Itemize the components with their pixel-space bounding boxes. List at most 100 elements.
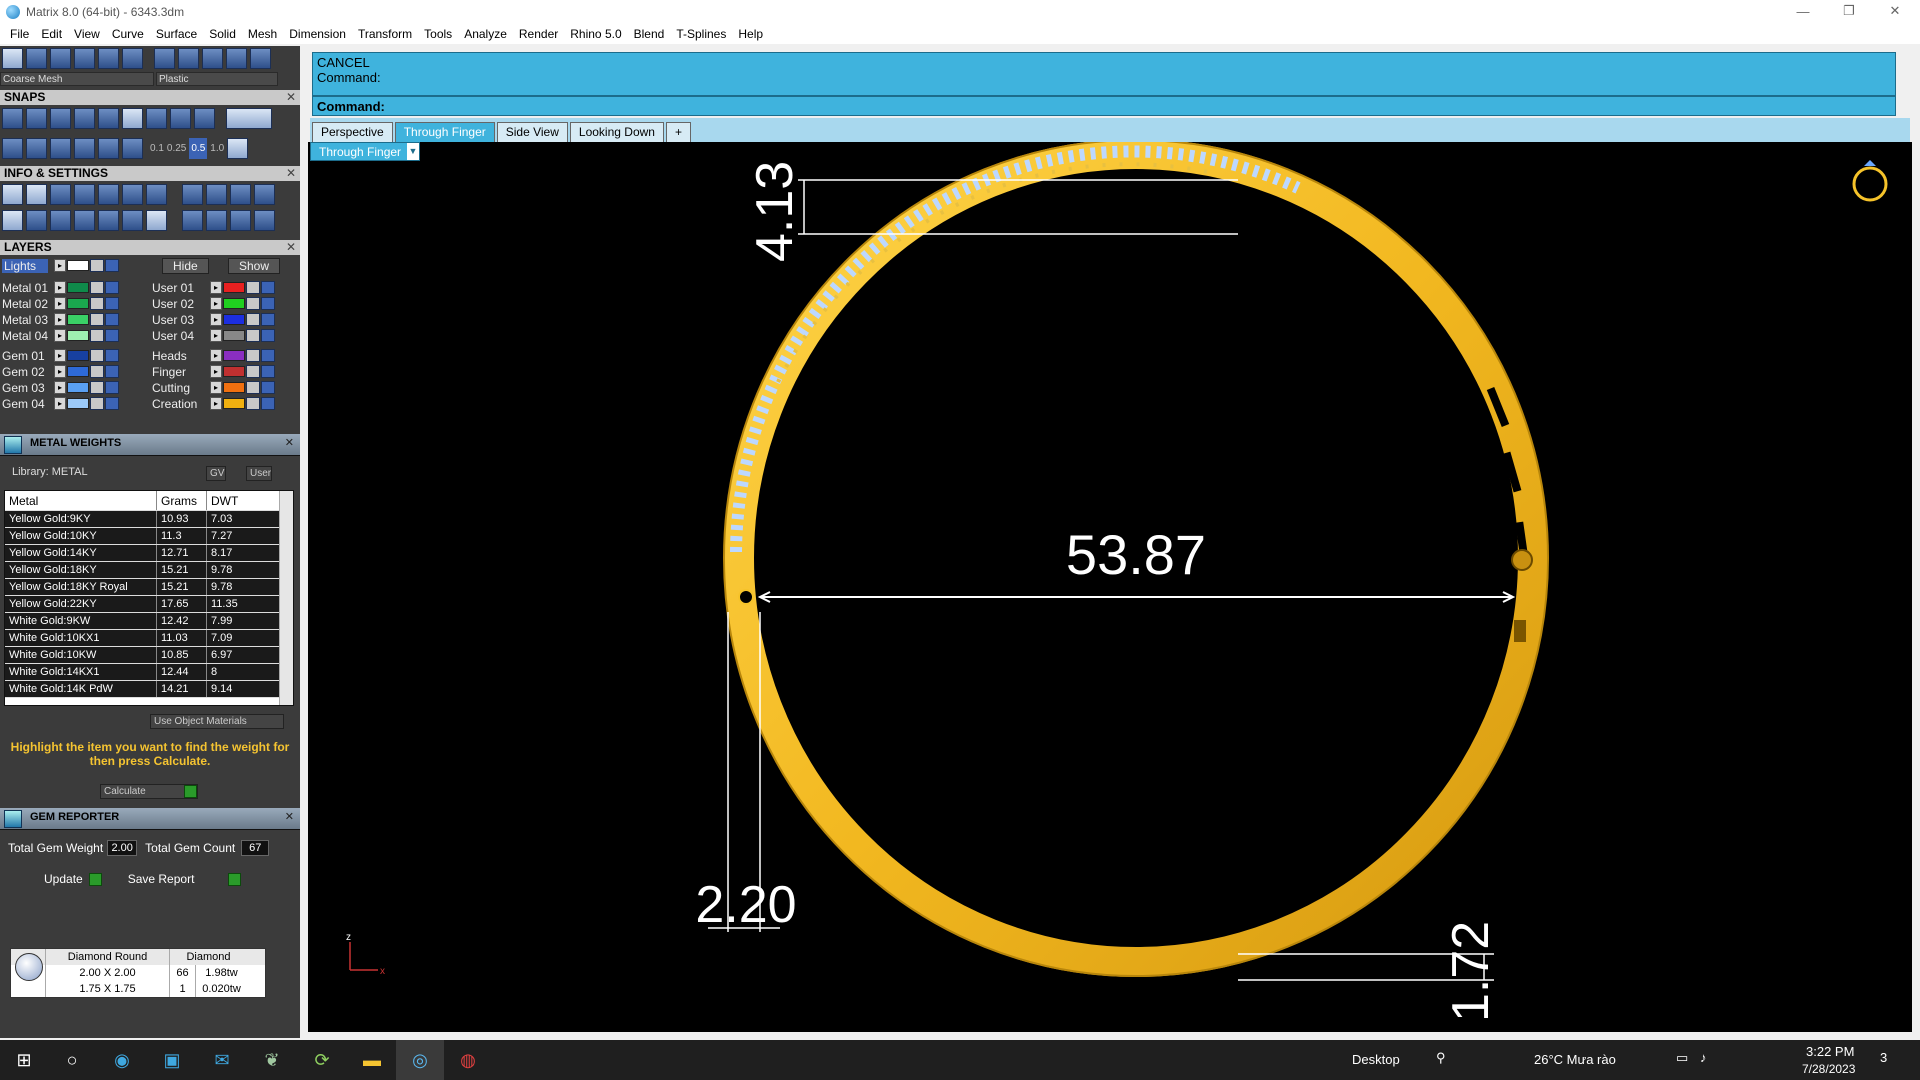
material-display-icon[interactable] — [74, 48, 95, 69]
mail-icon[interactable]: ✉ — [198, 1040, 246, 1080]
grid-snap-icon[interactable] — [2, 138, 23, 159]
snap-center-icon[interactable] — [98, 108, 119, 129]
arrow-icon[interactable]: ▸ — [210, 281, 222, 294]
visible-icon[interactable] — [105, 313, 119, 326]
menu-file[interactable]: File — [4, 27, 35, 41]
header-grams[interactable]: Grams — [157, 491, 207, 510]
visible-icon[interactable] — [105, 297, 119, 310]
cylinder-icon[interactable] — [74, 210, 95, 231]
layer-row[interactable]: Gem 04 ▸ — [2, 396, 120, 411]
scrollbar[interactable] — [279, 491, 293, 705]
network-icon[interactable] — [206, 210, 227, 231]
sphere-display-icon[interactable] — [50, 48, 71, 69]
layer-color-swatch[interactable] — [223, 366, 245, 377]
builder-icon[interactable] — [254, 184, 275, 205]
minimize-button[interactable]: — — [1780, 0, 1826, 22]
layer-row[interactable]: Creation ▸ — [152, 396, 276, 411]
menu-blend[interactable]: Blend — [628, 27, 671, 41]
layer-row[interactable]: Metal 04 ▸ — [2, 328, 120, 343]
table-row[interactable]: Yellow Gold:14KY 12.71 8.17 — [5, 545, 293, 562]
close-icon[interactable]: ✕ — [286, 240, 296, 255]
arrow-icon[interactable]: ▸ — [210, 397, 222, 410]
arrow-icon[interactable]: ▸ — [210, 349, 222, 362]
arrow-icon[interactable]: ▸ — [210, 381, 222, 394]
maximize-button[interactable]: ❐ — [1826, 0, 1872, 22]
visible-icon[interactable] — [261, 381, 275, 394]
lock-icon[interactable] — [90, 397, 104, 410]
snap-near-icon[interactable] — [26, 108, 47, 129]
notification-icon[interactable]: 3 — [1880, 1050, 1887, 1065]
viewport-name-dropdown[interactable]: Through Finger ▼ — [310, 142, 420, 161]
layer-color-swatch[interactable] — [67, 282, 89, 293]
cube-icon[interactable] — [50, 210, 71, 231]
chevron-down-icon[interactable]: ▼ — [407, 143, 419, 160]
menu-edit[interactable]: Edit — [35, 27, 68, 41]
show-button[interactable]: Show — [228, 257, 281, 274]
gem-icon[interactable] — [146, 184, 167, 205]
light-display-icon[interactable] — [26, 48, 47, 69]
arrow-icon[interactable]: ▸ — [54, 281, 66, 294]
snap-end-icon[interactable] — [2, 108, 23, 129]
layer-color-swatch[interactable] — [67, 382, 89, 393]
snap-point-icon[interactable] — [50, 108, 71, 129]
menu-tools[interactable]: Tools — [418, 27, 458, 41]
clock-date[interactable]: 7/28/2023 — [1802, 1062, 1855, 1076]
arrow-icon[interactable]: ▸ — [210, 329, 222, 342]
menu-curve[interactable]: Curve — [106, 27, 150, 41]
grid-view-icon[interactable] — [2, 210, 23, 231]
edit-icon[interactable] — [122, 184, 143, 205]
layer-color-swatch[interactable] — [67, 350, 89, 361]
menu-render[interactable]: Render — [513, 27, 564, 41]
menu-help[interactable]: Help — [732, 27, 769, 41]
visible-icon[interactable] — [261, 297, 275, 310]
user-toggle[interactable]: User — [246, 466, 272, 481]
gv-toggle[interactable]: GV — [206, 466, 226, 481]
shade-sphere-3-icon[interactable] — [202, 48, 223, 69]
update-button[interactable]: Update — [44, 872, 83, 886]
snap-perp-icon[interactable] — [146, 108, 167, 129]
layer-color-swatch[interactable] — [223, 314, 245, 325]
lock-icon[interactable] — [246, 313, 260, 326]
layer-color-swatch[interactable] — [223, 298, 245, 309]
arrow-icon[interactable]: ▸ — [54, 297, 66, 310]
header-dwt[interactable]: DWT — [207, 491, 267, 510]
table-row[interactable]: Yellow Gold:18KY Royal 15.21 9.78 — [5, 579, 293, 596]
calculate-go-icon[interactable] — [184, 785, 197, 798]
lock-icon[interactable] — [246, 365, 260, 378]
lock-icon[interactable] — [246, 381, 260, 394]
snap-int-icon[interactable] — [122, 108, 143, 129]
visible-icon[interactable] — [105, 281, 119, 294]
layer-color-swatch[interactable] — [67, 366, 89, 377]
shade-sphere-4-icon[interactable] — [226, 48, 247, 69]
clock-time[interactable]: 3:22 PM — [1806, 1044, 1854, 1059]
close-icon[interactable]: ✕ — [285, 434, 294, 452]
visible-icon[interactable] — [105, 259, 119, 272]
material-select[interactable]: Plastic — [156, 72, 278, 86]
arrow-icon[interactable]: ▸ — [210, 365, 222, 378]
arrow-icon[interactable]: ▸ — [54, 329, 66, 342]
pave-icon[interactable] — [230, 210, 251, 231]
table-row[interactable]: Yellow Gold:18KY 15.21 9.78 — [5, 562, 293, 579]
menu-mesh[interactable]: Mesh — [242, 27, 283, 41]
layer-row[interactable]: Gem 02 ▸ — [2, 364, 120, 379]
lock-icon[interactable] — [246, 397, 260, 410]
menu-surface[interactable]: Surface — [150, 27, 203, 41]
layer-row[interactable]: Gem 01 ▸ — [2, 348, 120, 363]
layer-row[interactable]: Metal 01 ▸ — [2, 280, 120, 295]
snap-tan-icon[interactable] — [170, 108, 191, 129]
windows-start-icon[interactable]: ⊞ — [0, 1040, 48, 1080]
layer-color-swatch[interactable] — [223, 350, 245, 361]
layer-lights[interactable]: Lights ▸ — [2, 258, 120, 273]
menu-analyze[interactable]: Analyze — [458, 27, 513, 41]
close-button[interactable]: ✕ — [1872, 0, 1918, 22]
arrow-icon[interactable]: ▸ — [54, 259, 66, 272]
arrow-icon[interactable]: ▸ — [54, 381, 66, 394]
layer-color-swatch[interactable] — [223, 282, 245, 293]
database-icon[interactable] — [74, 184, 95, 205]
arrow-icon[interactable]: ▸ — [54, 313, 66, 326]
folder-icon[interactable]: ▬ — [348, 1040, 396, 1080]
lock-icon[interactable] — [246, 281, 260, 294]
chrome-icon[interactable]: ◍ — [444, 1040, 492, 1080]
layer-swatch[interactable] — [67, 260, 89, 271]
arrow-icon[interactable]: ▸ — [54, 397, 66, 410]
